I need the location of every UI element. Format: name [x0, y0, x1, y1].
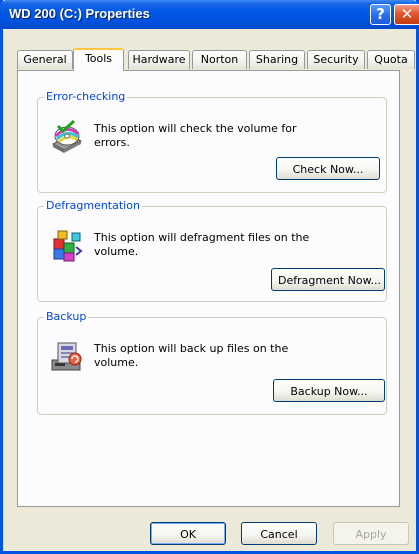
close-button[interactable]: ✕	[394, 4, 419, 25]
tab-norton[interactable]: Norton	[192, 50, 247, 69]
ok-button[interactable]: OK	[150, 522, 226, 545]
disk-check-icon	[51, 120, 83, 153]
tools-tab-panel: Error-checking This option will check th…	[17, 70, 400, 507]
defragmentation-group: Defragmentation This option will defragm…	[37, 199, 387, 302]
tab-security[interactable]: Security	[307, 50, 365, 69]
cancel-button[interactable]: Cancel	[241, 522, 317, 545]
backup-icon	[51, 342, 82, 371]
tab-general[interactable]: General	[17, 50, 73, 69]
apply-button[interactable]: Apply	[333, 522, 409, 545]
error-checking-description: This option will check the volume for er…	[94, 122, 297, 149]
backup-now-button[interactable]: Backup Now...	[273, 379, 385, 402]
tab-tools[interactable]: Tools	[73, 48, 124, 71]
window-title: WD 200 (C:) Properties	[9, 6, 150, 21]
title-bar[interactable]: WD 200 (C:) Properties ? ✕	[0, 0, 419, 29]
backup-title: Backup	[44, 310, 89, 323]
tab-sharing[interactable]: Sharing	[249, 50, 305, 69]
backup-group: Backup This option will back up files on…	[37, 310, 387, 415]
backup-description: This option will back up files on the vo…	[94, 342, 289, 369]
defragment-now-button[interactable]: Defragment Now...	[271, 268, 385, 291]
error-checking-group: Error-checking This option will check th…	[37, 90, 387, 193]
help-button[interactable]: ?	[370, 4, 391, 25]
tab-hardware[interactable]: Hardware	[128, 50, 190, 69]
tab-quota[interactable]: Quota	[367, 50, 415, 69]
defragmentation-description: This option will defragment files on the…	[94, 231, 310, 258]
defragmentation-title: Defragmentation	[44, 199, 142, 212]
defragment-icon	[53, 230, 83, 262]
check-now-button[interactable]: Check Now...	[276, 157, 380, 180]
error-checking-title: Error-checking	[44, 90, 128, 103]
